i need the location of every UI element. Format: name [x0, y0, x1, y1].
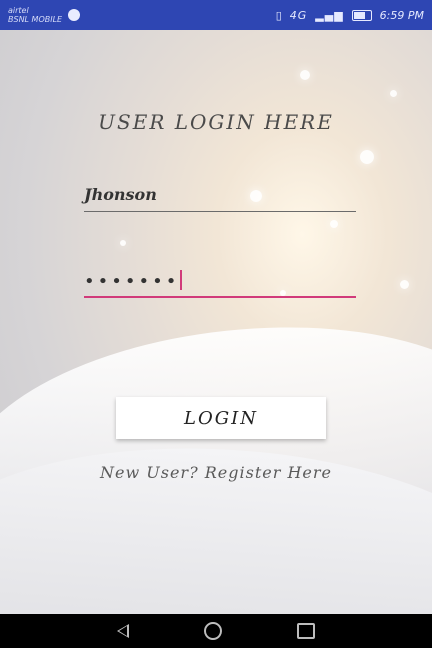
sparkle-decor: [300, 70, 310, 80]
login-screen: USER LOGIN HERE Jhonson ••••••• LOGIN Ne…: [0, 30, 432, 614]
status-left: airtel BSNL MOBILE: [8, 6, 81, 24]
battery-icon: [351, 9, 372, 21]
login-button-label: LOGIN: [184, 407, 258, 429]
home-icon[interactable]: [203, 622, 222, 640]
page-title: USER LOGIN HERE: [98, 110, 334, 134]
carrier-line1: airtel: [8, 6, 29, 15]
signal-icon: ▂▄▆: [315, 8, 344, 22]
vibrate-icon: ▯: [275, 8, 282, 22]
sparkle-decor: [120, 240, 126, 246]
login-button[interactable]: LOGIN: [116, 397, 326, 439]
sparkle-decor: [330, 220, 338, 228]
password-value: •••••••: [84, 271, 180, 292]
username-value: Jhonson: [84, 185, 157, 204]
status-bar: airtel BSNL MOBILE ▯ 4G ▂▄▆ 6:59 PM: [0, 0, 432, 30]
message-icon: [68, 9, 81, 21]
recents-icon[interactable]: [296, 623, 315, 639]
sparkle-decor: [360, 150, 374, 164]
text-cursor: [180, 270, 183, 290]
sparkle-decor: [390, 90, 397, 97]
password-field[interactable]: •••••••: [84, 270, 356, 298]
navigation-bar: [0, 614, 432, 648]
status-right: ▯ 4G ▂▄▆ 6:59 PM: [276, 9, 424, 22]
register-link[interactable]: New User? Register Here: [0, 463, 432, 482]
username-field[interactable]: Jhonson: [84, 185, 356, 212]
network-label: 4G: [289, 8, 308, 22]
carrier-info: airtel BSNL MOBILE: [8, 6, 62, 24]
sparkle-decor: [400, 280, 409, 289]
carrier-line2: BSNL MOBILE: [8, 15, 63, 24]
back-icon[interactable]: [117, 624, 130, 638]
status-time: 6:59 PM: [379, 8, 424, 22]
